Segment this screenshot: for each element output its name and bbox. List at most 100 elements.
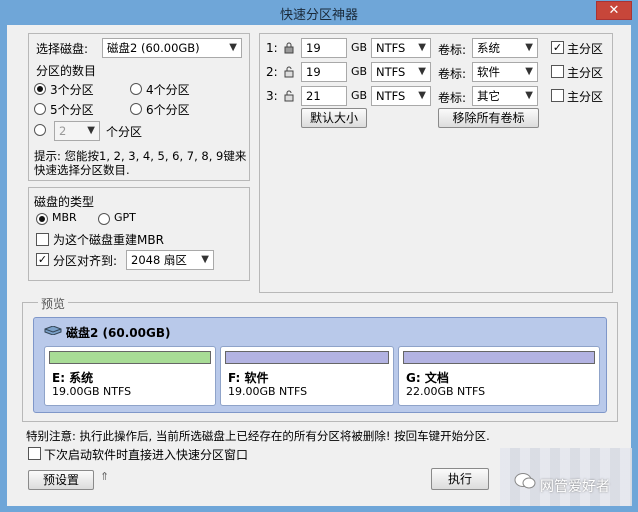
partition-3-unit: GB (351, 89, 368, 102)
preview-disk-title: 磁盘2 (60.00GB) (66, 326, 171, 340)
partition-1-fs-dropdown[interactable]: NTFS ▼ (371, 38, 431, 58)
rebuild-mbr-checkbox[interactable] (36, 233, 49, 246)
partition-3-primary-checkbox[interactable] (551, 89, 564, 102)
quick-partition-window: 快速分区神器 ✕ 选择磁盘: 磁盘2 (60.00GB) ▼ 分区的数目 3个分… (0, 0, 638, 512)
partition-3-vol-dropdown[interactable]: 其它 ▼ (472, 86, 538, 106)
unlock-icon (284, 90, 294, 102)
partition-2-vol-value: 软件 (477, 65, 500, 79)
chevron-down-icon: ▼ (201, 254, 209, 265)
radio-6-partitions-label: 6个分区 (146, 103, 190, 117)
partition-1-fs-value: NTFS (376, 41, 406, 55)
close-button[interactable]: ✕ (596, 1, 632, 20)
partition-size: 19.00GB NTFS (228, 385, 308, 398)
partition-1-vol-value: 系统 (477, 41, 500, 55)
disk-type-label: 磁盘的类型 (34, 195, 95, 209)
partition-2-fs-value: NTFS (376, 65, 406, 79)
partition-3-index: 3: (266, 89, 278, 103)
partition-1-index: 1: (266, 41, 278, 55)
partition-bar (403, 351, 595, 364)
partition-3-vol-label: 卷标: (438, 91, 467, 105)
partition-2-size-input[interactable]: 19 (301, 62, 347, 82)
radio-6-partitions[interactable] (130, 103, 142, 115)
rebuild-mbr-label: 为这个磁盘重建MBR (53, 233, 164, 247)
custom-count-value: 2 (59, 124, 67, 138)
partition-2-primary-checkbox[interactable] (551, 65, 564, 78)
radio-4-partitions[interactable] (130, 83, 142, 95)
radio-5-partitions[interactable] (34, 103, 46, 115)
startup-direct-label: 下次启动软件时直接进入快速分区窗口 (44, 448, 249, 462)
wechat-icon (514, 473, 536, 489)
disk-dropdown-value: 磁盘2 (60.00GB) (107, 41, 200, 55)
partition-count-label: 分区的数目 (36, 64, 97, 78)
partition-3-primary-label: 主分区 (567, 90, 604, 104)
chevron-down-icon: ▼ (229, 42, 237, 53)
chevron-down-icon: ▼ (525, 66, 533, 77)
title-bar[interactable]: 快速分区神器 ✕ (0, 0, 638, 25)
partition-bar (225, 351, 389, 364)
radio-3-partitions[interactable] (34, 83, 46, 95)
align-sector-dropdown[interactable]: 2048 扇区 ▼ (126, 250, 214, 270)
partition-2-index: 2: (266, 65, 278, 79)
align-partition-checkbox[interactable]: ✓ (36, 253, 49, 266)
chevron-down-icon: ▼ (418, 42, 426, 53)
preview-legend: 预览 (38, 295, 69, 312)
radio-3-partitions-label: 3个分区 (50, 83, 94, 97)
partition-3-size-input[interactable]: 21 (301, 86, 347, 106)
preview-partition-e[interactable]: E: 系统 19.00GB NTFS (44, 346, 216, 406)
expand-chevron-icon[interactable]: ⇑ (100, 470, 109, 483)
radio-custom-count[interactable] (34, 124, 46, 136)
preset-button[interactable]: 预设置 (28, 470, 94, 490)
partition-size: 19.00GB NTFS (52, 385, 132, 398)
partition-1-primary-checkbox[interactable]: ✓ (551, 41, 564, 54)
partition-1-vol-label: 卷标: (438, 43, 467, 57)
chevron-down-icon: ▼ (418, 66, 426, 77)
radio-gpt-label: GPT (114, 211, 136, 224)
window-frame-bottom (0, 506, 638, 512)
select-disk-label: 选择磁盘: (36, 42, 89, 56)
partition-1-size-input[interactable]: 19 (301, 38, 347, 58)
hint-text-line2: 快速选择分区数目. (34, 163, 130, 177)
disk-icon (44, 326, 62, 335)
radio-mbr[interactable] (36, 213, 48, 225)
default-size-button[interactable]: 默认大小 (301, 108, 367, 128)
disk-preview: 磁盘2 (60.00GB) E: 系统 19.00GB NTFS F: 软件 1… (33, 317, 607, 413)
partition-3-vol-value: 其它 (477, 89, 500, 103)
chevron-down-icon: ▼ (87, 125, 95, 136)
chevron-down-icon: ▼ (418, 90, 426, 101)
startup-direct-checkbox[interactable] (28, 447, 41, 460)
partition-2-primary-label: 主分区 (567, 66, 604, 80)
chevron-down-icon: ▼ (525, 42, 533, 53)
execute-button[interactable]: 执行 (431, 468, 489, 490)
partition-2-vol-label: 卷标: (438, 67, 467, 81)
partition-name: G: 文档 (406, 371, 449, 385)
window-frame-left (0, 25, 7, 512)
partition-1-unit: GB (351, 41, 368, 54)
partition-name: E: 系统 (52, 371, 94, 385)
custom-count-suffix: 个分区 (106, 125, 143, 139)
disk-dropdown[interactable]: 磁盘2 (60.00GB) ▼ (102, 38, 242, 58)
warning-notice: 特别注意: 执行此操作后, 当前所选磁盘上已经存在的所有分区将被删除! 按回车键… (26, 429, 490, 443)
watermark-text: 网管爱好者 (540, 479, 610, 495)
custom-count-dropdown[interactable]: 2 ▼ (54, 121, 100, 141)
unlock-icon (284, 66, 294, 78)
preview-partition-g[interactable]: G: 文档 22.00GB NTFS (398, 346, 600, 406)
window-title: 快速分区神器 (279, 8, 358, 23)
partition-2-fs-dropdown[interactable]: NTFS ▼ (371, 62, 431, 82)
partition-3-fs-value: NTFS (376, 89, 406, 103)
window-frame-right (631, 25, 638, 512)
radio-5-partitions-label: 5个分区 (50, 103, 94, 117)
lock-icon (284, 42, 294, 54)
preview-partition-f[interactable]: F: 软件 19.00GB NTFS (220, 346, 394, 406)
remove-all-labels-button[interactable]: 移除所有卷标 (438, 108, 539, 128)
chevron-down-icon: ▼ (525, 90, 533, 101)
partition-2-vol-dropdown[interactable]: 软件 ▼ (472, 62, 538, 82)
radio-mbr-label: MBR (52, 211, 77, 224)
radio-gpt[interactable] (98, 213, 110, 225)
align-sector-value: 2048 扇区 (131, 253, 187, 267)
partition-bar (49, 351, 211, 364)
align-partition-label: 分区对齐到: (53, 254, 118, 268)
partition-1-vol-dropdown[interactable]: 系统 ▼ (472, 38, 538, 58)
partition-3-fs-dropdown[interactable]: NTFS ▼ (371, 86, 431, 106)
partition-name: F: 软件 (228, 371, 269, 385)
partition-size: 22.00GB NTFS (406, 385, 486, 398)
